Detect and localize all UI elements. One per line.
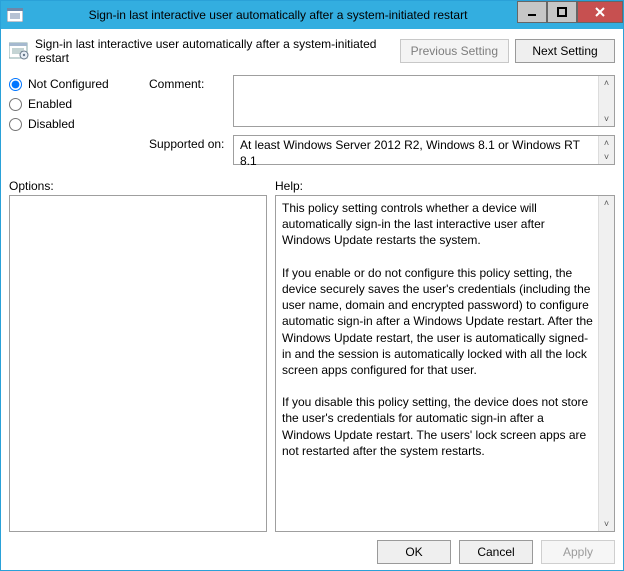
window-title: Sign-in last interactive user automatica… bbox=[29, 8, 517, 22]
radio-enabled[interactable]: Enabled bbox=[9, 97, 139, 111]
supported-on-label: Supported on: bbox=[149, 135, 227, 151]
scroll-down-icon[interactable]: ˅ bbox=[599, 517, 614, 531]
help-pane: This policy setting controls whether a d… bbox=[275, 195, 615, 532]
previous-setting-button[interactable]: Previous Setting bbox=[400, 39, 509, 63]
radio-label: Disabled bbox=[28, 117, 75, 131]
radio-disabled-input[interactable] bbox=[9, 118, 22, 131]
policy-icon bbox=[9, 42, 29, 60]
maximize-button[interactable] bbox=[547, 1, 577, 23]
next-setting-button[interactable]: Next Setting bbox=[515, 39, 615, 63]
radio-disabled[interactable]: Disabled bbox=[9, 117, 139, 131]
options-label: Options: bbox=[9, 179, 275, 193]
supported-on-box: At least Windows Server 2012 R2, Windows… bbox=[233, 135, 615, 165]
comment-box: ˄ ˅ bbox=[233, 75, 615, 127]
radio-not-configured[interactable]: Not Configured bbox=[9, 77, 139, 91]
scroll-up-icon[interactable]: ˄ bbox=[599, 196, 614, 210]
help-scrollbar[interactable]: ˄ ˅ bbox=[598, 196, 614, 531]
comment-label: Comment: bbox=[149, 75, 227, 91]
state-radio-group: Not Configured Enabled Disabled bbox=[9, 75, 139, 173]
radio-not-configured-input[interactable] bbox=[9, 78, 22, 91]
supported-scrollbar[interactable]: ˄ ˅ bbox=[598, 136, 614, 164]
scroll-up-icon[interactable]: ˄ bbox=[599, 136, 614, 150]
policy-name: Sign-in last interactive user automatica… bbox=[35, 37, 394, 65]
minimize-button[interactable] bbox=[517, 1, 547, 23]
comment-scrollbar[interactable]: ˄ ˅ bbox=[598, 76, 614, 126]
help-text: This policy setting controls whether a d… bbox=[276, 196, 614, 463]
comment-input[interactable] bbox=[234, 76, 614, 126]
options-pane bbox=[9, 195, 267, 532]
radio-label: Not Configured bbox=[28, 77, 109, 91]
ok-button[interactable]: OK bbox=[377, 540, 451, 564]
help-label: Help: bbox=[275, 179, 303, 193]
scroll-down-icon[interactable]: ˅ bbox=[599, 150, 614, 164]
title-bar: Sign-in last interactive user automatica… bbox=[1, 1, 623, 29]
app-icon bbox=[1, 8, 29, 22]
radio-label: Enabled bbox=[28, 97, 72, 111]
radio-enabled-input[interactable] bbox=[9, 98, 22, 111]
close-button[interactable] bbox=[577, 1, 623, 23]
supported-on-value: At least Windows Server 2012 R2, Windows… bbox=[234, 136, 614, 171]
cancel-button[interactable]: Cancel bbox=[459, 540, 533, 564]
scroll-down-icon[interactable]: ˅ bbox=[599, 112, 614, 126]
apply-button[interactable]: Apply bbox=[541, 540, 615, 564]
scroll-up-icon[interactable]: ˄ bbox=[599, 76, 614, 90]
